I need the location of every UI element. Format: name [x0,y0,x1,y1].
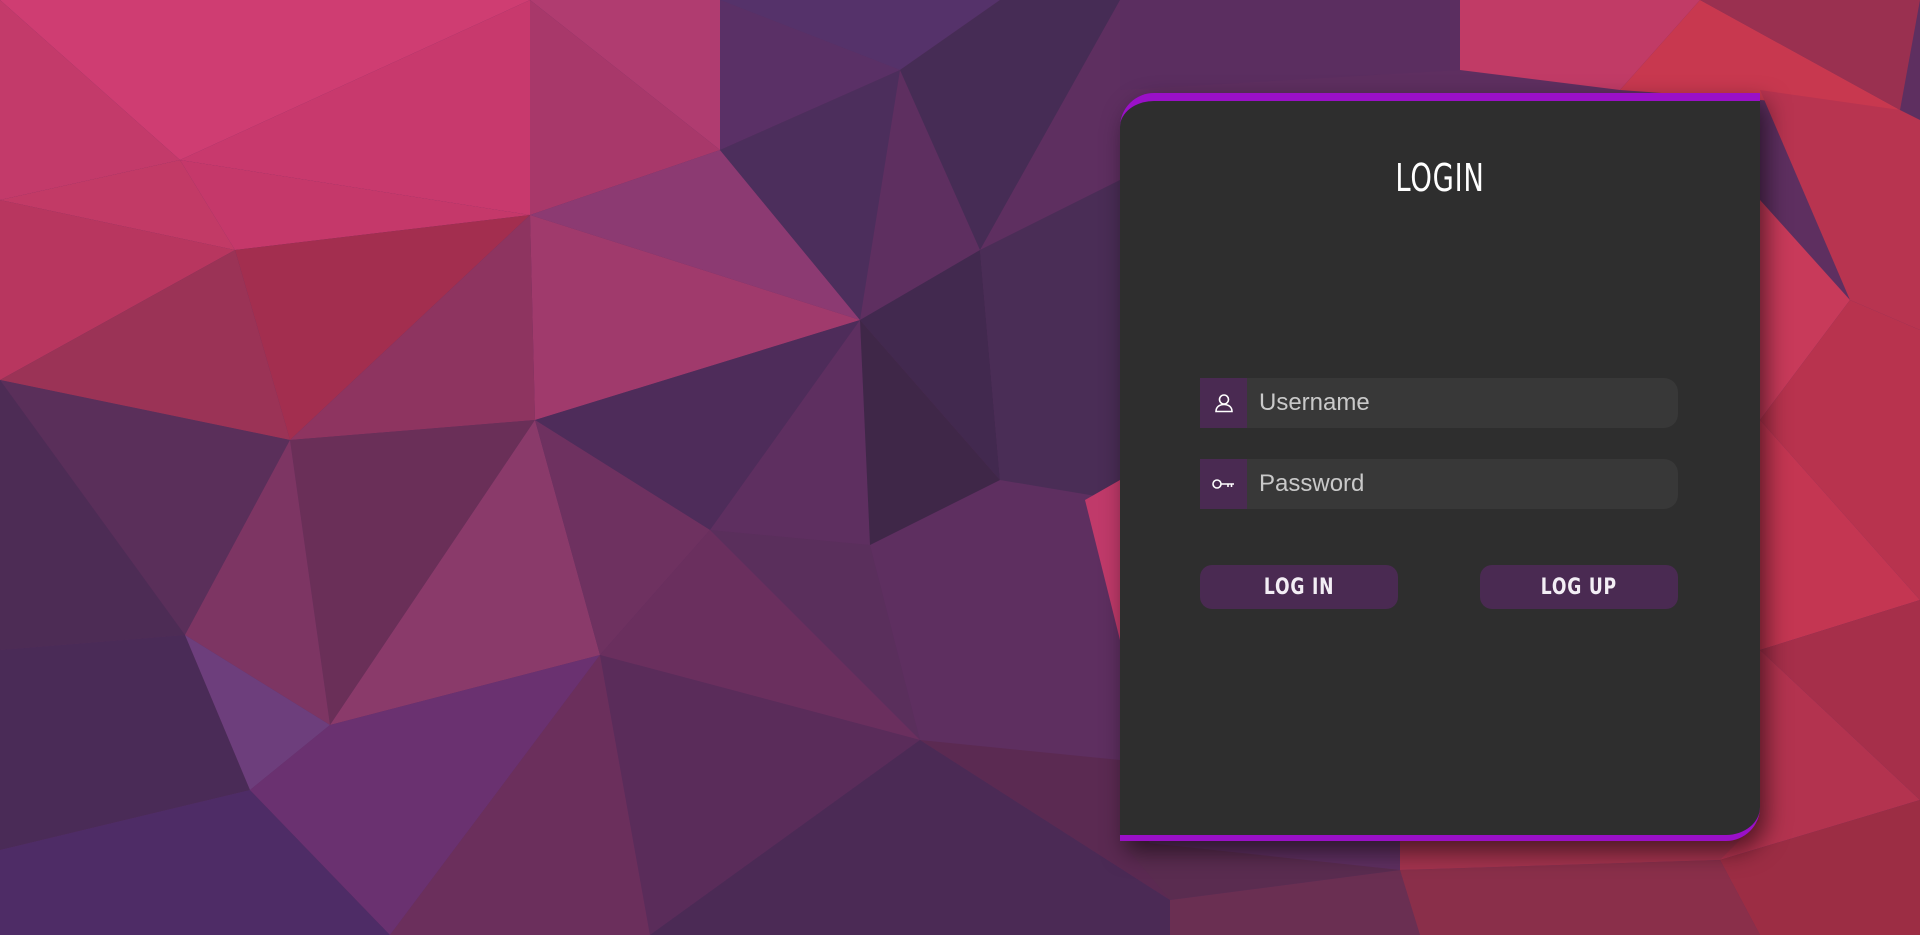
log-in-button[interactable]: LOG IN [1200,565,1398,609]
login-card: LOGIN LOG IN LOG UP [1120,93,1760,841]
user-icon [1200,378,1247,428]
password-input[interactable] [1247,459,1667,509]
username-input[interactable] [1247,378,1667,428]
key-icon [1200,459,1247,509]
log-up-button-label: LOG UP [1540,574,1618,600]
username-field [1200,378,1678,428]
log-up-button[interactable]: LOG UP [1480,565,1678,609]
password-field [1200,459,1678,509]
log-in-button-label: LOG IN [1263,574,1335,600]
login-title: LOGIN [1395,156,1485,200]
